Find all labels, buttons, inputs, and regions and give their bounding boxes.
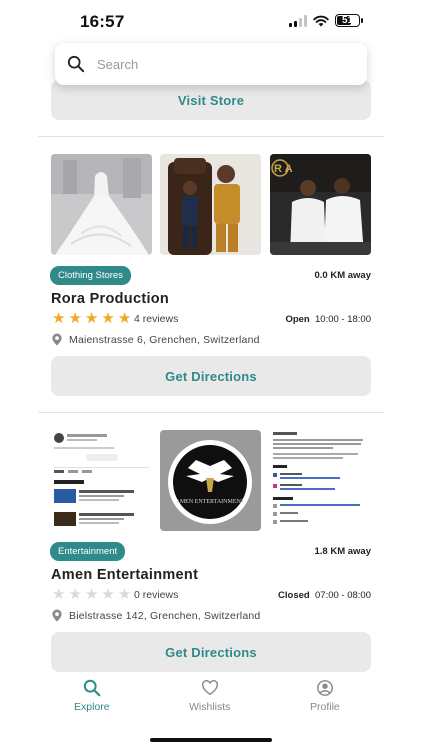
- listing-title[interactable]: Rora Production: [51, 291, 169, 307]
- location-pin-icon: [52, 333, 62, 346]
- status-time: 16:57: [80, 12, 125, 31]
- open-status: Open: [285, 314, 310, 325]
- status-bar: 16:57 51: [0, 0, 422, 44]
- star-empty-icon: ★: [84, 586, 99, 603]
- nav-label: Explore: [74, 701, 110, 713]
- reviews-count[interactable]: 4 reviews: [134, 313, 178, 325]
- star-empty-icon: ★: [117, 586, 132, 603]
- youtube-screenshot-photo: [51, 430, 152, 531]
- search-bar[interactable]: [55, 43, 367, 85]
- rora-logo-text: R A: [274, 163, 293, 175]
- address: Bielstrasse 142, Grenchen, Switzerland: [51, 609, 260, 622]
- rating-stars: ★ ★ ★ ★ ★: [52, 311, 131, 326]
- opening-hours: Closed 07:00 - 08:00: [278, 590, 371, 601]
- profile-icon: [316, 680, 333, 696]
- divider: [38, 136, 384, 137]
- star-filled-icon: ★: [52, 310, 66, 327]
- listing-photo[interactable]: [270, 430, 371, 531]
- visit-store-button[interactable]: Visit Store: [51, 80, 371, 120]
- battery-icon: 51: [335, 14, 363, 27]
- listing-photo[interactable]: [51, 430, 152, 531]
- bottom-navigation: Explore Wishlists Profile: [0, 675, 422, 725]
- cellular-signal-icon: [289, 14, 307, 27]
- search-input[interactable]: [97, 56, 337, 72]
- star-empty-icon: ★: [101, 586, 115, 603]
- people-photo: R A: [270, 154, 371, 255]
- listing-photo[interactable]: [51, 154, 152, 255]
- heart-icon: [201, 680, 218, 696]
- location-pin-icon: [52, 609, 62, 622]
- address: Maienstrasse 6, Grenchen, Switzerland: [51, 333, 260, 346]
- status-icons: 51: [289, 14, 363, 27]
- distance-label: 1.8 KM away: [314, 546, 372, 557]
- opening-hours: Open 10:00 - 18:00: [285, 314, 371, 325]
- distance-label: 0.0 KM away: [314, 270, 372, 281]
- amen-entertainment-logo: AMEN ENTERTAINMENT: [160, 430, 261, 531]
- star-empty-icon: ★: [52, 586, 66, 603]
- get-directions-button[interactable]: Get Directions: [51, 632, 371, 672]
- listing-photo[interactable]: [160, 154, 261, 255]
- category-badge: Clothing Stores: [50, 266, 131, 285]
- hours-range: 07:00 - 08:00: [315, 590, 371, 601]
- logo-wordmark: AMEN ENTERTAINMENT: [176, 499, 245, 505]
- category-badge: Entertainment: [50, 542, 126, 561]
- nav-wishlists[interactable]: Wishlists: [189, 679, 230, 713]
- nav-label: Profile: [310, 701, 340, 713]
- star-filled-icon: ★: [68, 310, 82, 327]
- listing-photo[interactable]: AMEN ENTERTAINMENT: [160, 430, 261, 531]
- listing-title[interactable]: Amen Entertainment: [51, 567, 198, 583]
- star-empty-icon: ★: [68, 586, 82, 603]
- nav-explore[interactable]: Explore: [74, 679, 110, 713]
- people-photo: [160, 154, 261, 255]
- divider: [38, 412, 384, 413]
- star-filled-icon: ★: [84, 310, 99, 327]
- star-filled-icon: ★: [101, 310, 115, 327]
- wedding-dress-photo: [51, 154, 152, 255]
- nav-label: Wishlists: [189, 701, 231, 713]
- wifi-icon: [313, 15, 329, 26]
- address-text: Maienstrasse 6, Grenchen, Switzerland: [69, 333, 260, 346]
- battery-level: 51: [341, 14, 354, 26]
- get-directions-button[interactable]: Get Directions: [51, 356, 371, 396]
- rating-stars: ★ ★ ★ ★ ★: [52, 587, 131, 602]
- hours-range: 10:00 - 18:00: [315, 314, 371, 325]
- home-indicator[interactable]: [150, 738, 272, 742]
- listing-photo[interactable]: R A: [270, 154, 371, 255]
- reviews-count[interactable]: 0 reviews: [134, 589, 178, 601]
- nav-profile[interactable]: Profile: [310, 679, 340, 713]
- address-text: Bielstrasse 142, Grenchen, Switzerland: [69, 609, 261, 622]
- channel-info-screenshot-photo: [270, 430, 371, 531]
- search-icon: [67, 55, 85, 73]
- search-icon: [83, 679, 101, 697]
- closed-status: Closed: [278, 590, 310, 601]
- star-filled-icon: ★: [117, 310, 132, 327]
